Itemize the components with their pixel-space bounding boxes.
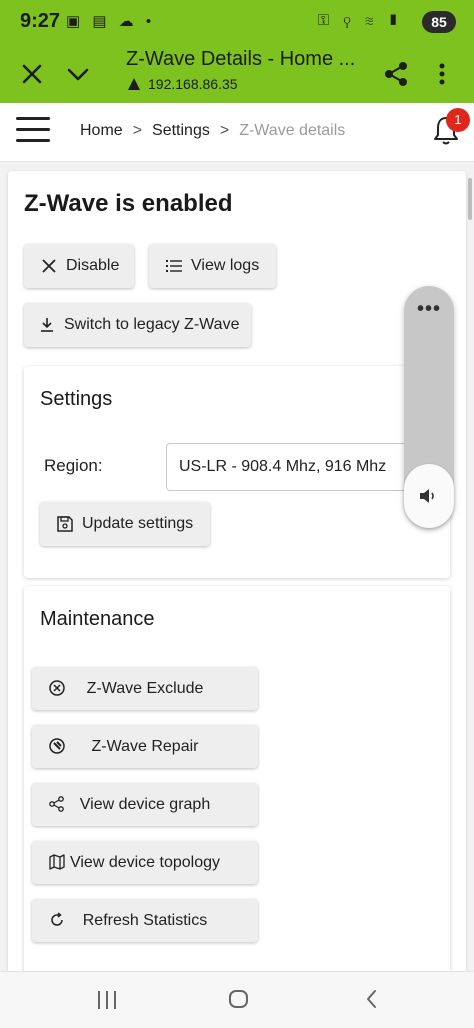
x-circle-icon bbox=[49, 680, 65, 696]
refresh-statistics-button[interactable]: Refresh Statistics bbox=[32, 899, 258, 942]
breadcrumb-home[interactable]: Home bbox=[80, 122, 123, 139]
system-navigation-bar bbox=[0, 971, 474, 1028]
view-device-graph-label: View device graph bbox=[79, 795, 211, 813]
system-icons: ⚿ ⚲ ≋ ▮ bbox=[317, 12, 404, 29]
zwave-exclude-button[interactable]: Z-Wave Exclude bbox=[32, 667, 258, 710]
browser-url[interactable]: 192.168.86.35 bbox=[148, 76, 238, 92]
zwave-repair-button[interactable]: Z-Wave Repair bbox=[32, 725, 258, 768]
volume-slider-handle[interactable] bbox=[404, 464, 454, 528]
repair-icon bbox=[49, 738, 65, 754]
chevron-right-icon: > bbox=[219, 122, 230, 139]
region-label: Region: bbox=[44, 456, 103, 475]
switch-legacy-button[interactable]: Switch to legacy Z-Wave bbox=[24, 303, 251, 347]
browser-chrome: 9:27 ▣ ▤ ☁ • ⚿ ⚲ ≋ ▮ 85 Z-Wave Details -… bbox=[0, 0, 474, 103]
notification-badge: 1 bbox=[446, 108, 470, 132]
switch-legacy-label: Switch to legacy Z-Wave bbox=[64, 316, 240, 333]
more-vert-icon[interactable] bbox=[424, 56, 460, 92]
zwave-exclude-label: Z-Wave Exclude bbox=[86, 679, 204, 697]
recent-apps-icon[interactable] bbox=[94, 988, 120, 1012]
update-settings-button[interactable]: Update settings bbox=[40, 502, 210, 546]
view-device-graph-button[interactable]: View device graph bbox=[32, 783, 258, 826]
close-icon bbox=[42, 259, 56, 273]
browser-toolbar: Z-Wave Details - Home ... 192.168.86.35 bbox=[0, 44, 474, 103]
home-icon[interactable] bbox=[226, 986, 252, 1012]
update-settings-label: Update settings bbox=[82, 515, 194, 532]
disable-button[interactable]: Disable bbox=[24, 244, 134, 288]
page-scrollbar[interactable] bbox=[468, 178, 472, 220]
warning-icon bbox=[128, 78, 140, 90]
breadcrumb-settings[interactable]: Settings bbox=[152, 122, 210, 139]
list-icon bbox=[166, 260, 182, 272]
download-icon bbox=[41, 318, 53, 332]
view-device-topology-label: View device topology bbox=[69, 853, 221, 871]
view-logs-label: View logs bbox=[191, 257, 260, 274]
menu-icon[interactable] bbox=[16, 117, 50, 147]
share-graph-icon bbox=[49, 796, 64, 812]
speaker-icon bbox=[420, 489, 434, 503]
status-bar: 9:27 ▣ ▤ ☁ • ⚿ ⚲ ≋ ▮ 85 bbox=[0, 0, 474, 44]
share-icon[interactable] bbox=[378, 56, 414, 92]
breadcrumb-current: Z-Wave details bbox=[239, 122, 346, 139]
disable-label: Disable bbox=[66, 257, 120, 274]
notification-icons: ▣ ▤ ☁ • bbox=[66, 13, 156, 30]
save-icon bbox=[57, 516, 73, 532]
view-device-topology-button[interactable]: View device topology bbox=[32, 841, 258, 884]
refresh-icon bbox=[51, 912, 63, 926]
region-select[interactable]: US-LR - 908.4 Mhz, 916 Mhz bbox=[166, 443, 416, 491]
settings-title: Settings bbox=[40, 388, 113, 410]
chevron-right-icon: > bbox=[132, 122, 143, 139]
page-title: Z-Wave is enabled bbox=[24, 190, 233, 217]
breadcrumb: Home > Settings > Z-Wave details bbox=[80, 122, 345, 140]
browser-page-title: Z-Wave Details - Home ... bbox=[126, 48, 356, 70]
view-logs-button[interactable]: View logs bbox=[149, 244, 276, 288]
app-header: Home > Settings > Z-Wave details bbox=[0, 103, 474, 162]
map-icon bbox=[49, 854, 65, 870]
chevron-down-icon[interactable] bbox=[60, 56, 96, 92]
close-icon[interactable] bbox=[14, 56, 50, 92]
region-value: US-LR - 908.4 Mhz, 916 Mhz bbox=[179, 458, 387, 475]
maintenance-title: Maintenance bbox=[40, 608, 155, 630]
status-time: 9:27 bbox=[20, 10, 61, 32]
back-icon[interactable] bbox=[360, 987, 384, 1011]
zwave-repair-label: Z-Wave Repair bbox=[91, 737, 199, 755]
refresh-statistics-label: Refresh Statistics bbox=[82, 911, 208, 929]
battery-indicator: 85 bbox=[422, 11, 456, 33]
volume-panel[interactable]: ••• bbox=[404, 286, 454, 528]
more-horiz-icon[interactable]: ••• bbox=[404, 298, 454, 321]
